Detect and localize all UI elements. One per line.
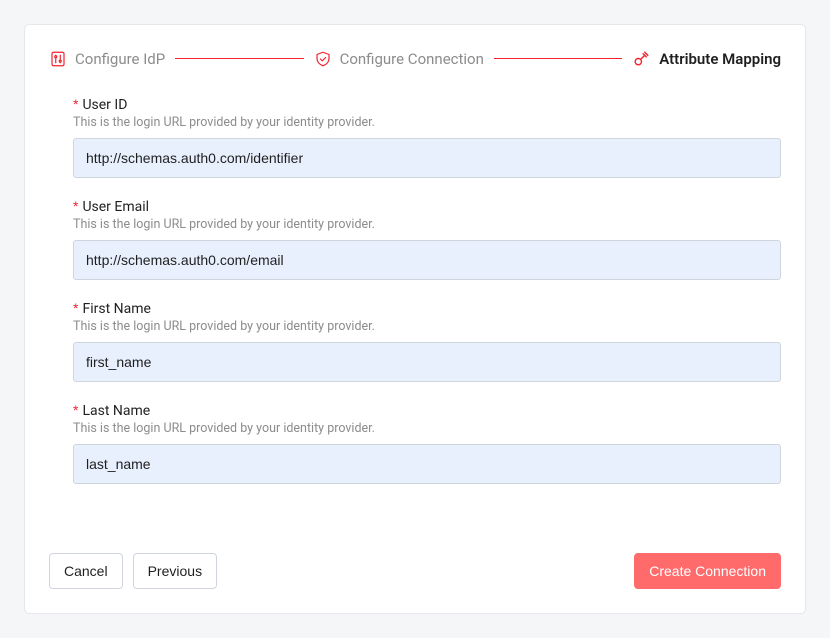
field-last-name: *Last Name This is the login URL provide…: [49, 402, 781, 484]
footer: Cancel Previous Create Connection: [49, 553, 781, 589]
field-label: Last Name: [82, 403, 150, 419]
form: *User ID This is the login URL provided …: [49, 96, 781, 541]
attribute-mapping-card: Configure IdP Configure Connection: [24, 24, 806, 614]
field-hint: This is the login URL provided by your i…: [73, 115, 781, 130]
field-label: User Email: [82, 199, 149, 215]
user-id-input[interactable]: [73, 138, 781, 178]
last-name-input[interactable]: [73, 444, 781, 484]
field-hint: This is the login URL provided by your i…: [73, 421, 781, 436]
first-name-input[interactable]: [73, 342, 781, 382]
field-hint: This is the login URL provided by your i…: [73, 319, 781, 334]
field-label: User ID: [82, 97, 127, 113]
field-user-id: *User ID This is the login URL provided …: [49, 96, 781, 178]
field-first-name: *First Name This is the login URL provid…: [49, 300, 781, 382]
stepper: Configure IdP Configure Connection: [49, 49, 781, 68]
required-asterisk: *: [73, 96, 78, 112]
previous-button[interactable]: Previous: [133, 553, 217, 589]
step-label: Configure Connection: [340, 50, 484, 68]
field-label-row: *Last Name: [73, 402, 781, 419]
step-connector: [175, 58, 303, 59]
sliders-icon: [49, 50, 67, 68]
step-label: Attribute Mapping: [659, 50, 781, 68]
step-connector: [494, 58, 622, 59]
user-email-input[interactable]: [73, 240, 781, 280]
field-user-email: *User Email This is the login URL provid…: [49, 198, 781, 280]
field-label-row: *User Email: [73, 198, 781, 215]
plug-icon: [632, 49, 651, 68]
field-label-row: *User ID: [73, 96, 781, 113]
cancel-button[interactable]: Cancel: [49, 553, 123, 589]
step-configure-connection[interactable]: Configure Connection: [314, 50, 484, 68]
required-asterisk: *: [73, 198, 78, 214]
step-label: Configure IdP: [75, 50, 165, 68]
create-connection-button[interactable]: Create Connection: [634, 553, 781, 589]
step-configure-idp[interactable]: Configure IdP: [49, 50, 165, 68]
required-asterisk: *: [73, 402, 78, 418]
field-label-row: *First Name: [73, 300, 781, 317]
required-asterisk: *: [73, 300, 78, 316]
shield-check-icon: [314, 50, 332, 68]
field-label: First Name: [82, 301, 150, 317]
step-attribute-mapping[interactable]: Attribute Mapping: [632, 49, 781, 68]
field-hint: This is the login URL provided by your i…: [73, 217, 781, 232]
